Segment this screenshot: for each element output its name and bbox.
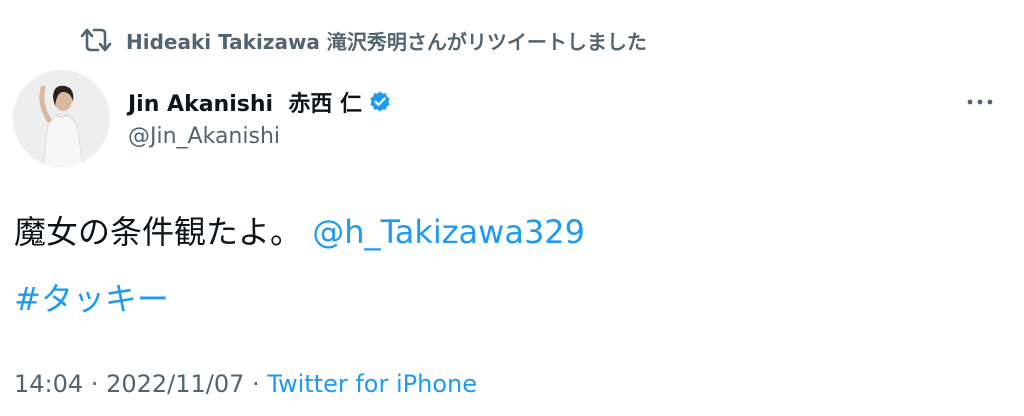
avatar[interactable] (13, 70, 110, 167)
verified-badge-icon (370, 91, 390, 112)
tweet-text-content: 魔女の条件観たよ。 (14, 213, 303, 251)
tweet-source-link[interactable]: Twitter for iPhone (267, 370, 477, 398)
meta-separator: · (83, 370, 107, 398)
retweet-indicator[interactable]: Hideaki Takizawa 滝沢秀明さんがリツイートしました (80, 22, 647, 58)
mention-link[interactable]: @h_Takizawa329 (312, 213, 585, 251)
tweet-date[interactable]: 2022/11/07 (106, 370, 244, 398)
author-name-row[interactable]: Jin Akanishi 赤西 仁 (128, 84, 392, 120)
tweet-time[interactable]: 14:04 (14, 370, 83, 398)
author-name[interactable]: Jin Akanishi 赤西 仁 (128, 86, 362, 118)
tweet-text: 魔女の条件観たよ。 @h_Takizawa329 (14, 208, 585, 256)
retweet-icon (80, 28, 112, 52)
more-options-icon[interactable] (966, 95, 994, 109)
avatar-photo (13, 70, 110, 167)
hashtag-link[interactable]: #タッキー (14, 275, 169, 323)
author-handle[interactable]: @Jin_Akanishi (128, 124, 392, 149)
meta-separator: · (244, 370, 268, 398)
tweet-author[interactable]: Jin Akanishi 赤西 仁 @Jin_Akanishi (128, 84, 392, 149)
tweet-meta: 14:04 · 2022/11/07 · Twitter for iPhone (14, 364, 477, 404)
retweet-text: Hideaki Takizawa 滝沢秀明さんがリツイートしました (126, 29, 647, 54)
